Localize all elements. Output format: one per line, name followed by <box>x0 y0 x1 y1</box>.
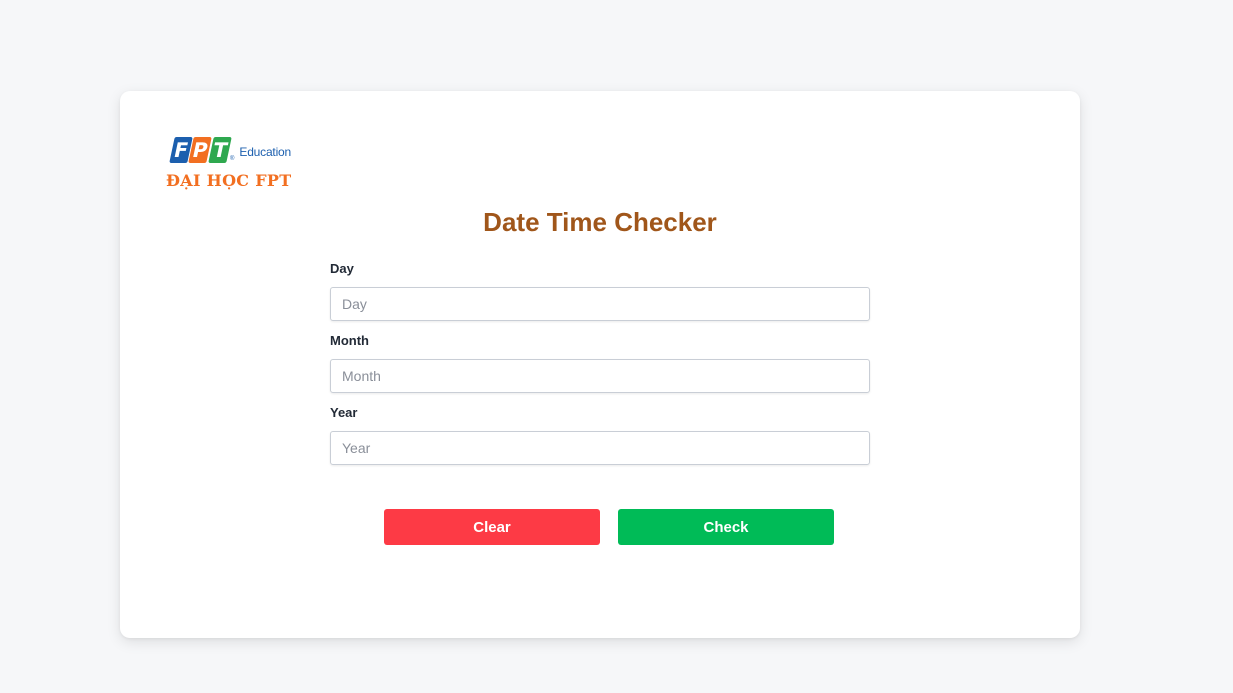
university-name: ĐẠI HỌC FPT <box>166 171 292 190</box>
month-field-group: Month <box>330 333 870 393</box>
action-buttons: Clear Check <box>384 509 834 545</box>
checker-card: F P T ® Education ĐẠI HỌC FPT Date Time … <box>120 91 1080 638</box>
logo-education-text: Education <box>239 145 291 159</box>
fpt-logo-mark: F P T ® Education <box>169 137 291 163</box>
year-label: Year <box>330 405 358 420</box>
registered-mark: ® <box>229 156 235 162</box>
clear-button[interactable]: Clear <box>384 509 600 545</box>
month-label: Month <box>330 333 369 348</box>
page-background: F P T ® Education ĐẠI HỌC FPT Date Time … <box>0 0 1233 693</box>
fpt-education-logo: F P T ® Education ĐẠI HỌC FPT <box>166 137 291 197</box>
day-label: Day <box>330 261 354 276</box>
month-input[interactable] <box>330 359 870 393</box>
year-input[interactable] <box>330 431 870 465</box>
page-title: Date Time Checker <box>483 207 717 237</box>
date-form: Day Month Year <box>330 261 870 477</box>
day-field-group: Day <box>330 261 870 321</box>
logo-letter-t: T <box>207 137 232 163</box>
day-input[interactable] <box>330 287 870 321</box>
check-button[interactable]: Check <box>618 509 834 545</box>
year-field-group: Year <box>330 405 870 465</box>
